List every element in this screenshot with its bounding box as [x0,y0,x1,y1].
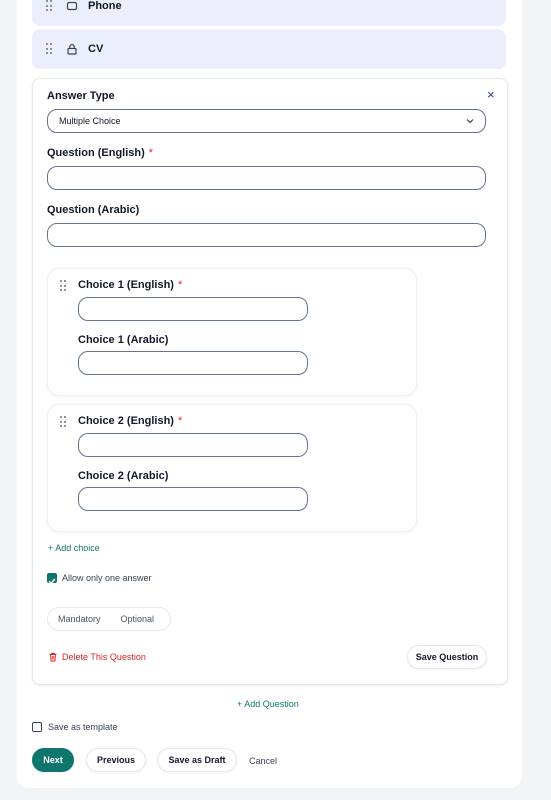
add-question-link[interactable]: + Add Question [237,699,299,709]
choice-2-arabic-input[interactable] [78,487,308,511]
choice-1-arabic-input[interactable] [78,351,308,375]
trash-icon [49,653,57,662]
field-label: CV [88,43,104,55]
choice-1-arabic-label: Choice 1 (Arabic) [78,334,169,346]
delete-question-label: Delete This Question [62,652,146,662]
delete-question-button[interactable]: Delete This Question [48,652,146,662]
answer-type-value: Multiple Choice [59,116,121,126]
field-row-phone[interactable]: Phone [32,0,506,26]
optional-option[interactable]: Optional [111,614,165,624]
choice-1-english-label: Choice 1 (English) * [78,279,183,291]
next-button[interactable]: Next [32,748,74,772]
drag-handle-icon[interactable] [60,280,66,292]
question-english-label: Question (English) * [47,147,154,159]
answer-type-label: Answer Type [47,90,115,102]
choice-card-2: Choice 2 (English) * Choice 2 (Arabic) [47,404,417,532]
question-english-input[interactable] [47,166,486,190]
save-template-label: Save as template [48,722,118,732]
drag-handle-icon[interactable] [46,0,52,12]
save-template-checkbox[interactable] [32,722,42,732]
add-choice-link[interactable]: + Add choice [48,543,100,553]
cancel-link[interactable]: Cancel [249,756,277,766]
save-draft-button[interactable]: Save as Draft [157,748,237,772]
choice-1-english-input[interactable] [78,297,308,321]
lock-icon [67,44,77,55]
field-label: Phone [88,0,122,12]
question-arabic-input[interactable] [47,223,486,247]
choice-2-arabic-label: Choice 2 (Arabic) [78,470,169,482]
mandatory-optional-toggle: Mandatory Optional [47,607,171,631]
answer-type-select[interactable]: Multiple Choice [47,109,486,133]
previous-button[interactable]: Previous [86,748,146,772]
allow-one-checkbox[interactable] [47,573,57,585]
choice-2-english-label: Choice 2 (English) * [78,415,183,427]
choice-2-english-input[interactable] [78,433,308,457]
mandatory-option[interactable]: Mandatory [48,614,111,624]
check-icon [48,578,56,585]
field-row-cv[interactable]: CV [32,29,506,69]
drag-handle-icon[interactable] [46,43,52,55]
question-editor: × Answer Type Multiple Choice Question (… [32,78,508,685]
save-question-button[interactable]: Save Question [407,645,487,669]
chevron-down-icon [466,119,474,124]
question-arabic-label: Question (Arabic) [47,204,140,216]
allow-one-label: Allow only one answer [62,573,152,583]
close-icon[interactable]: × [487,87,495,102]
choice-card-1: Choice 1 (English) * Choice 1 (Arabic) [47,268,417,396]
square-icon [66,1,78,11]
drag-handle-icon[interactable] [60,416,66,428]
